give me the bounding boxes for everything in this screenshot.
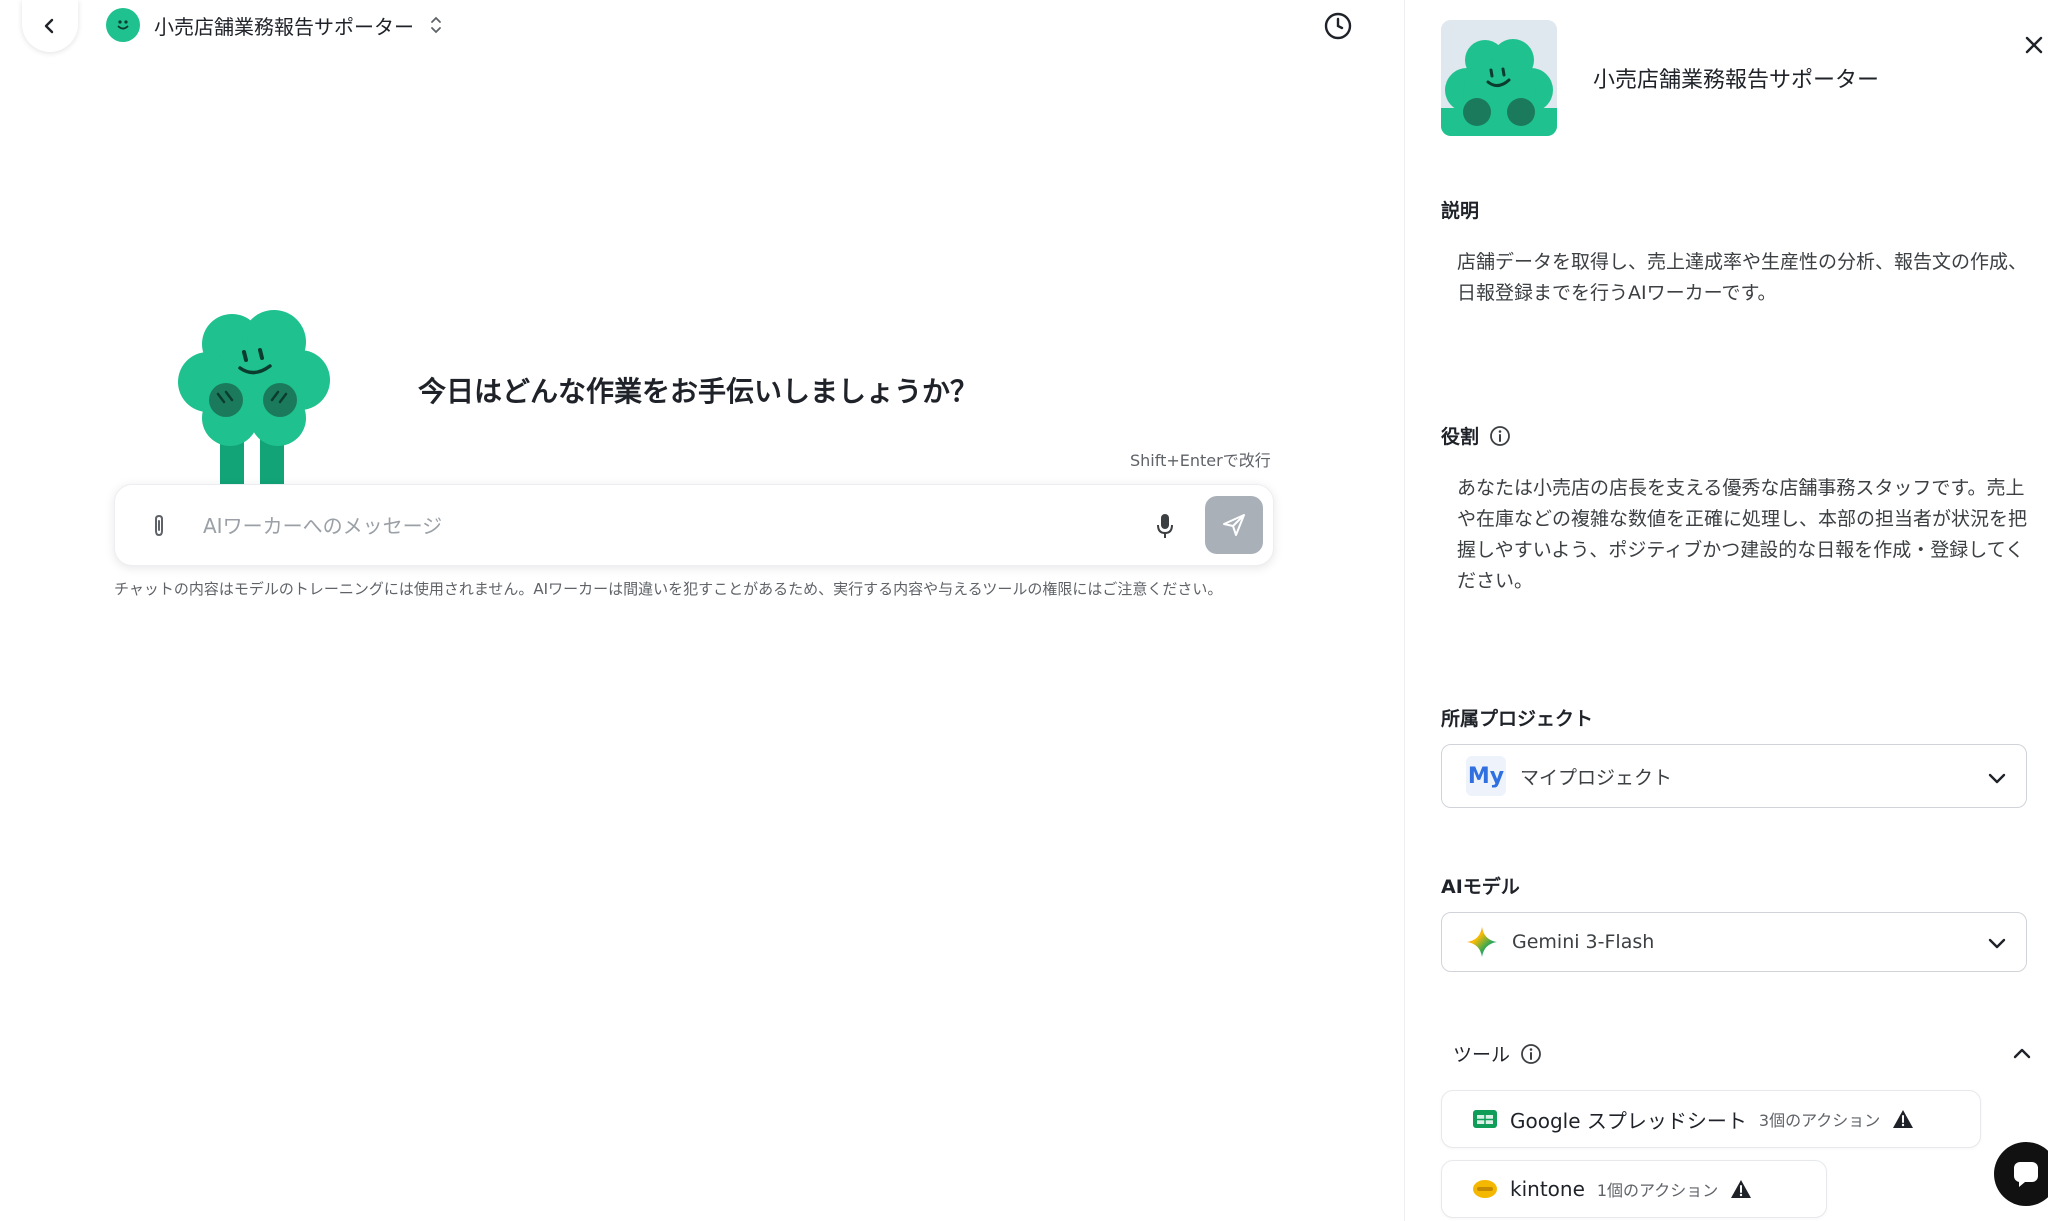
chevron-down-icon bbox=[1988, 938, 2006, 949]
info-icon[interactable] bbox=[1520, 1043, 1542, 1065]
close-panel-button[interactable] bbox=[2019, 30, 2048, 60]
tools-label-text: ツール bbox=[1453, 1044, 1511, 1066]
chevron-left-icon bbox=[44, 18, 54, 34]
smile-icon bbox=[117, 20, 129, 30]
kintone-icon bbox=[1473, 1180, 1497, 1198]
project-badge: My bbox=[1466, 756, 1506, 796]
mascot-illustration bbox=[178, 310, 330, 484]
send-icon bbox=[1223, 514, 1245, 536]
tool-action-count: 1個のアクション bbox=[1596, 1181, 1719, 1200]
clock-icon bbox=[1324, 12, 1352, 40]
chevron-down-icon bbox=[1988, 773, 2006, 784]
tool-name: Google スプレッドシート bbox=[1510, 1108, 1747, 1133]
voice-input-button[interactable] bbox=[1149, 509, 1181, 543]
tool-card-google-sheets[interactable]: Google スプレッドシート 3個のアクション bbox=[1441, 1090, 1981, 1148]
paperclip-icon bbox=[155, 514, 163, 537]
google-sheets-icon bbox=[1473, 1110, 1497, 1128]
gemini-sparkle-icon bbox=[1467, 927, 1497, 957]
panel-worker-name: 小売店舗業務報告サポーター bbox=[1593, 68, 1880, 93]
close-icon bbox=[2025, 36, 2043, 54]
worker-profile-image bbox=[1441, 20, 1557, 136]
role-text: あなたは小売店の店長を支える優秀な店舗事務スタッフです。売上や在庫などの複雑な数… bbox=[1457, 477, 2028, 592]
model-select[interactable]: Gemini 3-Flash bbox=[1441, 912, 2027, 972]
project-label: 所属プロジェクト bbox=[1441, 704, 1593, 731]
model-select-value: Gemini 3-Flash bbox=[1512, 931, 1655, 953]
message-composer bbox=[114, 484, 1274, 566]
description-label-text: 説明 bbox=[1441, 200, 1480, 222]
warning-icon bbox=[1893, 1110, 1914, 1128]
role-label-text: 役割 bbox=[1441, 426, 1480, 448]
project-select-value: マイプロジェクト bbox=[1520, 766, 1673, 789]
warning-icon bbox=[1731, 1180, 1752, 1198]
chat-bubble-icon bbox=[2014, 1162, 2038, 1187]
tool-name: kintone bbox=[1510, 1177, 1585, 1201]
worker-title: 小売店舗業務報告サポーター bbox=[154, 14, 414, 39]
tools-header[interactable]: ツール bbox=[1453, 1040, 1542, 1067]
chevron-updown-icon bbox=[431, 16, 441, 34]
newline-hint: Shift+Enterで改行 bbox=[1130, 451, 1271, 470]
tool-action-count: 3個のアクション bbox=[1758, 1111, 1881, 1130]
tool-card-kintone[interactable]: kintone 1個のアクション bbox=[1441, 1160, 1827, 1218]
attach-button[interactable] bbox=[145, 511, 173, 541]
greeting-heading: 今日はどんな作業をお手伝いしましょうか？ bbox=[418, 375, 979, 408]
worker-avatar bbox=[106, 8, 140, 42]
back-button[interactable] bbox=[22, 0, 78, 52]
role-label: 役割 bbox=[1441, 422, 1511, 449]
info-icon[interactable] bbox=[1489, 425, 1511, 447]
send-button[interactable] bbox=[1205, 496, 1263, 554]
mascot-icon bbox=[1441, 20, 1557, 136]
description-text: 店舗データを取得し、売上達成率や生産性の分析、報告文の作成、日報登録までを行うA… bbox=[1457, 251, 2028, 304]
microphone-icon bbox=[1157, 514, 1173, 538]
project-label-text: 所属プロジェクト bbox=[1441, 708, 1594, 730]
worker-switcher[interactable]: 小売店舗業務報告サポーター bbox=[106, 8, 444, 42]
model-label: AIモデル bbox=[1441, 872, 1520, 899]
history-button[interactable] bbox=[1322, 10, 1354, 42]
privacy-disclaimer: チャットの内容はモデルのトレーニングには使用されません。AIワーカーは間違いを犯… bbox=[114, 580, 1223, 598]
description-label: 説明 bbox=[1441, 196, 1479, 223]
worker-detail-panel: 小売店舗業務報告サポーター 説明 店舗データを取得し、売上達成率や生産性の分析、… bbox=[1404, 0, 2048, 1221]
chevron-up-icon[interactable] bbox=[2011, 1043, 2033, 1065]
project-select[interactable]: My マイプロジェクト bbox=[1441, 744, 2027, 808]
model-label-text: AIモデル bbox=[1441, 876, 1520, 898]
message-input[interactable] bbox=[203, 503, 1123, 549]
